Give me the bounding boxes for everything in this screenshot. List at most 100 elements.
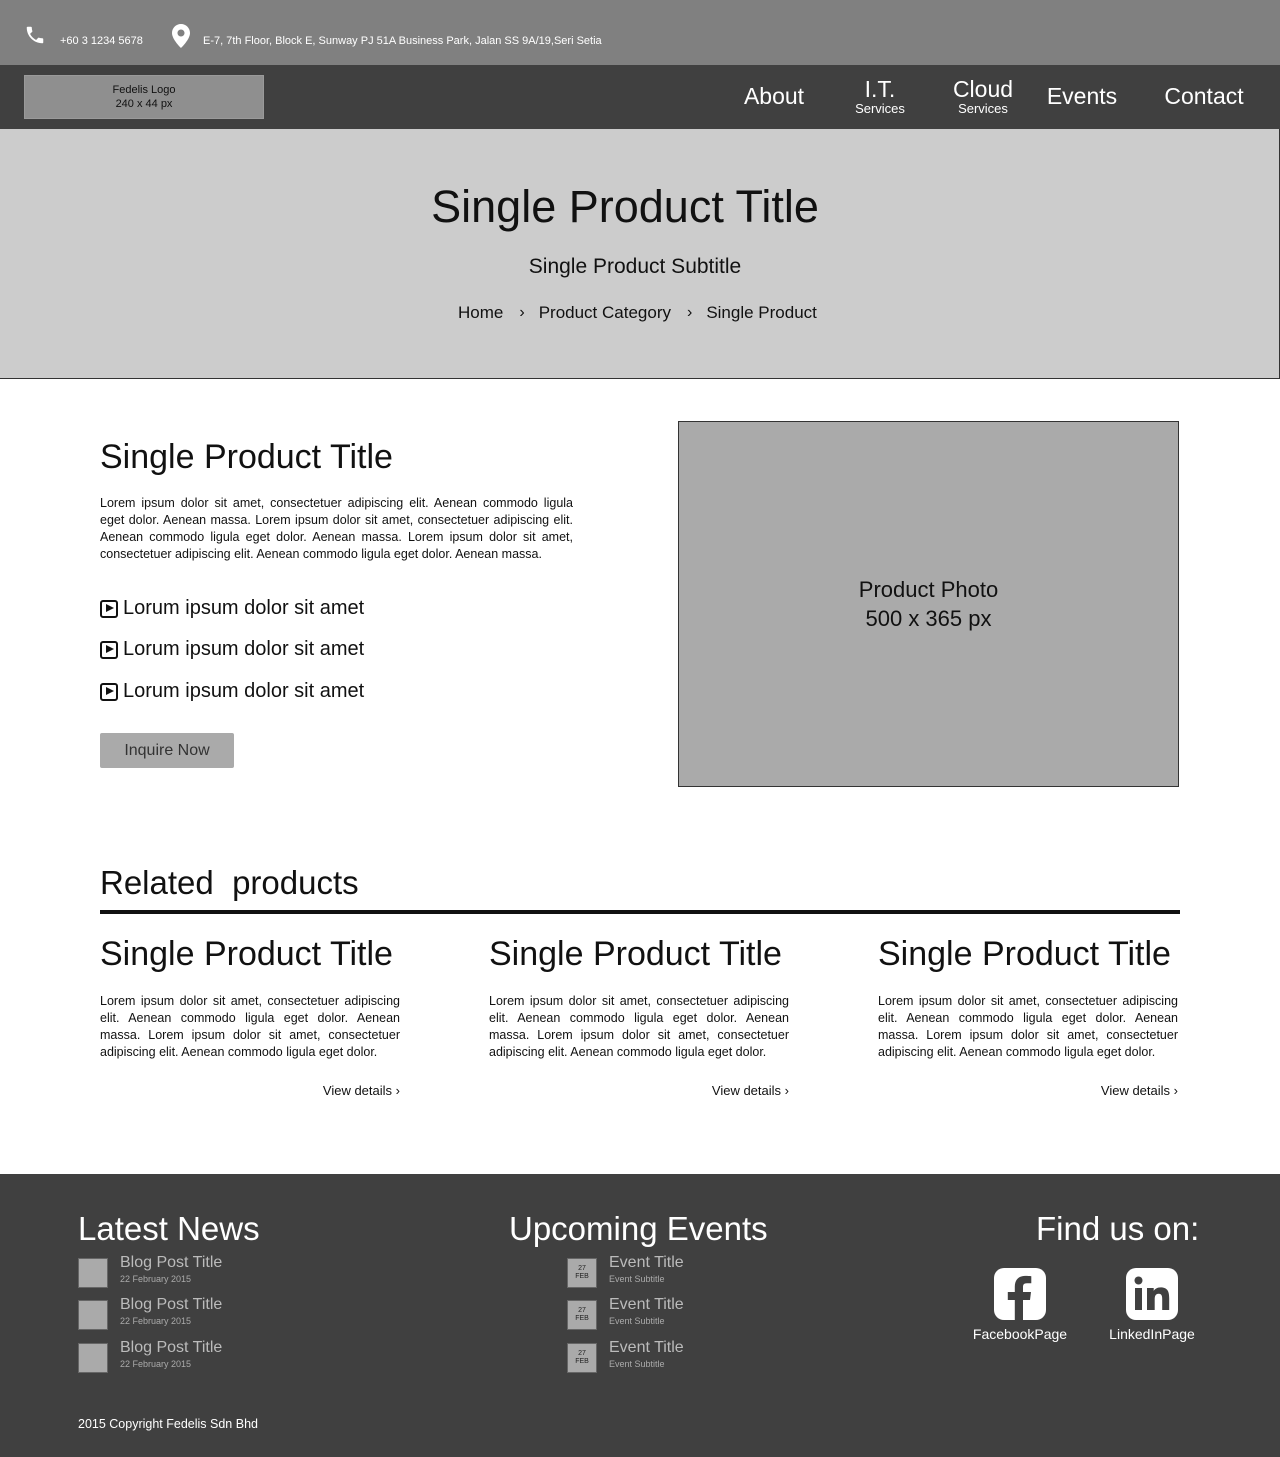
- photo-label: Product Photo: [858, 577, 999, 602]
- news-item[interactable]: Blog Post Title 22 February 2015: [78, 1296, 222, 1330]
- feature-text: Lorum ipsum dolor sit amet: [123, 680, 365, 702]
- breadcrumb: Home › Product Category › Single Product: [458, 303, 817, 323]
- logo-label: Fedelis Logo: [112, 84, 176, 96]
- inquire-now-button[interactable]: Inquire Now: [100, 733, 234, 768]
- news-thumbnail: [78, 1300, 108, 1330]
- feature-item: Lorum ipsum dolor sit amet: [100, 597, 364, 620]
- product-title: Single Product Title: [100, 438, 393, 476]
- page-title: Single Product Title: [431, 181, 819, 232]
- related-product-title[interactable]: Single Product Title: [489, 935, 789, 974]
- copyright-text: 2015 Copyright Fedelis Sdn Bhd: [78, 1417, 258, 1431]
- nav-item-label: Contact: [1164, 83, 1244, 109]
- event-month: FEB: [575, 1315, 589, 1322]
- footer: Latest News Blog Post Title 22 February …: [0, 1174, 1280, 1457]
- main-nav: Fedelis Logo 240 x 44 px About I.T. Serv…: [0, 65, 1280, 129]
- view-details-link[interactable]: View details ›: [878, 1083, 1178, 1098]
- chevron-right-icon: ›: [686, 304, 693, 321]
- page-hero: Single Product Title Single Product Subt…: [0, 129, 1280, 379]
- divider: [100, 910, 1180, 914]
- find-us-heading: Find us on:: [1036, 1210, 1200, 1247]
- nav-item-label: Events: [1046, 83, 1118, 109]
- nav-item-sublabel: Services: [958, 101, 1008, 116]
- view-details-label: View details: [322, 1083, 393, 1098]
- related-product-title[interactable]: Single Product Title: [100, 935, 400, 974]
- news-date: 22 February 2015: [120, 1359, 192, 1369]
- event-day: 27: [578, 1265, 586, 1272]
- play-icon: [100, 599, 118, 618]
- related-product-card: Single Product Title Lorem ipsum dolor s…: [489, 935, 789, 1098]
- nav-item-contact[interactable]: Contact: [1160, 83, 1248, 109]
- linkedin-link[interactable]: LinkedInPage: [1102, 1268, 1202, 1342]
- news-date: 22 February 2015: [120, 1316, 192, 1326]
- facebook-label: FacebookPage: [972, 1326, 1068, 1342]
- product-description: Lorem ipsum dolor sit amet, consectetuer…: [100, 496, 573, 561]
- news-item[interactable]: Blog Post Title 22 February 2015: [78, 1254, 222, 1288]
- related-product-description: Lorem ipsum dolor sit amet, consectetuer…: [489, 994, 789, 1059]
- related-product-card: Single Product Title Lorem ipsum dolor s…: [100, 935, 400, 1098]
- chevron-right-icon: ›: [1173, 1083, 1178, 1098]
- event-month: FEB: [575, 1358, 589, 1365]
- phone-icon: [26, 26, 44, 44]
- feature-item: Lorum ipsum dolor sit amet: [100, 638, 364, 661]
- nav-item-label: Cloud: [952, 76, 1014, 102]
- phone-number[interactable]: +60 3 1234 5678: [60, 35, 143, 47]
- event-title: Event Title: [609, 1339, 684, 1356]
- news-title: Blog Post Title: [120, 1339, 223, 1356]
- related-product-description: Lorem ipsum dolor sit amet, consectetuer…: [100, 994, 400, 1059]
- linkedin-icon: [1126, 1268, 1178, 1320]
- event-title: Event Title: [609, 1296, 684, 1313]
- nav-item-label: About: [743, 83, 805, 109]
- view-details-link[interactable]: View details ›: [100, 1083, 400, 1098]
- event-subtitle: Event Subtitle: [609, 1316, 665, 1326]
- event-day: 27: [578, 1307, 586, 1314]
- event-item[interactable]: 27 FEB Event Title Event Subtitle: [567, 1296, 684, 1330]
- related-product-card: Single Product Title Lorem ipsum dolor s…: [878, 935, 1178, 1098]
- feature-text: Lorum ipsum dolor sit amet: [123, 638, 365, 660]
- breadcrumb-current: Single Product: [706, 303, 817, 322]
- news-title: Blog Post Title: [120, 1254, 223, 1271]
- event-item[interactable]: 27 FEB Event Title Event Subtitle: [567, 1254, 684, 1288]
- news-date: 22 February 2015: [120, 1274, 192, 1284]
- news-thumbnail: [78, 1258, 108, 1288]
- view-details-label: View details: [1100, 1083, 1171, 1098]
- feature-item: Lorum ipsum dolor sit amet: [100, 680, 364, 703]
- related-product-title[interactable]: Single Product Title: [878, 935, 1178, 974]
- related-products-heading: Related products: [100, 864, 359, 901]
- linkedin-label: LinkedInPage: [1109, 1326, 1195, 1342]
- view-details-link[interactable]: View details ›: [489, 1083, 789, 1098]
- news-item[interactable]: Blog Post Title 22 February 2015: [78, 1339, 222, 1373]
- nav-item-sublabel: Services: [855, 101, 905, 116]
- upcoming-events-heading: Upcoming Events: [509, 1210, 768, 1247]
- nav-item-it-services[interactable]: I.T. Services: [850, 76, 910, 116]
- top-contact-bar: +60 3 1234 5678 E-7, 7th Floor, Block E,…: [0, 0, 1280, 65]
- play-icon: [100, 640, 118, 659]
- event-month: FEB: [575, 1273, 589, 1280]
- nav-item-label: I.T.: [864, 76, 896, 102]
- event-date-badge: 27 FEB: [567, 1343, 597, 1373]
- nav-item-cloud-services[interactable]: Cloud Services: [948, 76, 1018, 116]
- chevron-right-icon: ›: [519, 304, 525, 321]
- address-text: E-7, 7th Floor, Block E, Sunway PJ 51A B…: [203, 35, 602, 47]
- event-subtitle: Event Subtitle: [609, 1274, 665, 1284]
- latest-news-heading: Latest News: [78, 1210, 260, 1247]
- related-product-description: Lorem ipsum dolor sit amet, consectetuer…: [878, 994, 1178, 1059]
- news-thumbnail: [78, 1343, 108, 1373]
- nav-item-events[interactable]: Events: [1044, 83, 1120, 109]
- product-photo-placeholder: Product Photo 500 x 365 px: [678, 421, 1179, 787]
- event-title: Event Title: [609, 1254, 684, 1271]
- news-title: Blog Post Title: [120, 1296, 223, 1313]
- event-subtitle: Event Subtitle: [609, 1359, 665, 1369]
- photo-size: 500 x 365 px: [865, 606, 992, 631]
- logo-size: 240 x 44 px: [115, 98, 173, 110]
- event-item[interactable]: 27 FEB Event Title Event Subtitle: [567, 1339, 684, 1373]
- facebook-link[interactable]: FacebookPage: [968, 1268, 1072, 1342]
- event-date-badge: 27 FEB: [567, 1258, 597, 1288]
- breadcrumb-category[interactable]: Product Category: [539, 303, 671, 323]
- chevron-right-icon: ›: [784, 1083, 789, 1098]
- breadcrumb-home[interactable]: Home: [458, 303, 503, 323]
- view-details-label: View details: [711, 1083, 782, 1098]
- chevron-right-icon: ›: [395, 1083, 400, 1098]
- event-date-badge: 27 FEB: [567, 1300, 597, 1330]
- nav-item-about[interactable]: About: [740, 83, 808, 109]
- logo-placeholder[interactable]: Fedelis Logo 240 x 44 px: [24, 75, 264, 119]
